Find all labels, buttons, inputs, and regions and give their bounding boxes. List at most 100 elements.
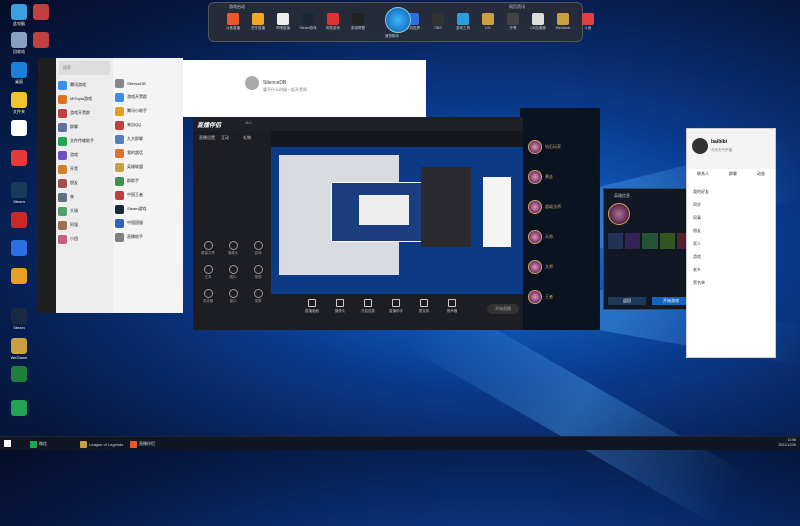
source-button[interactable]: 窗口	[221, 289, 245, 304]
desktop-icon[interactable]: Steam	[4, 182, 34, 204]
dock-item[interactable]: WeGame	[553, 13, 573, 30]
desktop-icon[interactable]	[4, 400, 34, 417]
skill-icon[interactable]	[625, 233, 641, 249]
list-item[interactable]: 文件传输助手	[56, 134, 113, 148]
list-item[interactable]: 中国王者	[113, 188, 183, 202]
list-item[interactable]: 大瑞	[56, 204, 113, 218]
toolbar-button[interactable]: 开启连麦	[357, 299, 379, 314]
source-button[interactable]: 屏幕共享	[196, 241, 220, 256]
player-tile[interactable]: 王者	[528, 288, 598, 306]
list-item[interactable]: SilenceDB	[113, 76, 183, 90]
list-item[interactable]: 林	[56, 190, 113, 204]
skill-icon[interactable]	[642, 233, 658, 249]
list-item[interactable]: 腾讯小助手	[113, 104, 183, 118]
taskbar-item[interactable]: 直播伴侣	[130, 439, 155, 449]
list-item[interactable]: 九大群聊	[113, 132, 183, 146]
contact-group[interactable]: 黑名单	[693, 280, 705, 286]
dock-item[interactable]: 斗鱼直播	[223, 13, 243, 31]
tab-groups[interactable]: 群聊	[729, 171, 737, 177]
toolbar-button[interactable]: 扬声器	[441, 299, 463, 314]
contact-group[interactable]: 老乡	[693, 267, 701, 273]
list-item[interactable]: 游戏	[56, 148, 113, 162]
desktop-icon[interactable]	[4, 120, 34, 137]
windows-start-icon[interactable]	[4, 440, 11, 447]
desktop-icon[interactable]: 桌面	[4, 62, 34, 84]
list-item[interactable]: 游戏开黑群	[56, 106, 113, 120]
desktop-icon[interactable]	[4, 366, 34, 383]
dock-item[interactable]: 开黑	[503, 13, 523, 31]
list-item[interactable]: 英雄联盟	[113, 160, 183, 174]
player-tile[interactable]: 钻石玩家	[528, 138, 598, 156]
live-tab[interactable]: 礼物	[243, 135, 251, 141]
source-button[interactable]: 文本	[196, 265, 220, 280]
dock-item[interactable]: 斗鱼	[578, 13, 598, 31]
start-live-button[interactable]: 开始直播	[487, 304, 519, 314]
skill-icon[interactable]	[608, 233, 624, 249]
contact-group[interactable]: 游戏	[693, 254, 701, 260]
desktop-icon[interactable]	[4, 150, 34, 167]
taskbar-item[interactable]: 微信	[30, 439, 47, 449]
contact-group[interactable]: 朋友	[693, 228, 701, 234]
list-item[interactable]: 小团	[56, 232, 113, 246]
dock-item[interactable]: 英雄联盟	[348, 13, 368, 31]
toolbar-button[interactable]: 摄像头	[329, 299, 351, 314]
chat-search-input[interactable]: 搜索	[59, 61, 110, 75]
dock-item[interactable]: OBS	[428, 13, 448, 30]
desktop-icon[interactable]: 文件夹	[4, 92, 34, 114]
center-assistant-button[interactable]	[385, 7, 411, 33]
source-button[interactable]: 图片	[221, 265, 245, 280]
player-tile[interactable]: 天命	[528, 228, 598, 246]
stream-preview[interactable]	[271, 147, 523, 294]
list-item[interactable]: 阿强	[56, 218, 113, 232]
popup-back-button[interactable]: 返回	[608, 297, 646, 305]
list-item[interactable]: 腾讯游戏	[56, 78, 113, 92]
contact-group[interactable]: 家人	[693, 241, 701, 247]
player-tile[interactable]: 超级法师	[528, 198, 598, 216]
toolbar-button[interactable]: 直播助手	[385, 299, 407, 314]
desktop-icon[interactable]: WeGame	[4, 338, 34, 360]
list-item[interactable]: 开黑	[56, 162, 113, 176]
contact-group[interactable]: 我的好友	[693, 189, 709, 195]
dock-item[interactable]: 网易游戏	[323, 13, 343, 31]
dock-left-tab[interactable]: 游戏启动	[229, 4, 245, 10]
taskbar-item[interactable]: League of Legends	[80, 439, 123, 449]
dock-right-tab[interactable]: 网页资讯	[509, 4, 525, 10]
desktop-icon[interactable]	[4, 240, 34, 257]
dock-item[interactable]: LOL	[478, 13, 498, 30]
desktop-icon[interactable]	[4, 268, 34, 285]
live-tab[interactable]: 直播设置	[199, 135, 215, 141]
source-button[interactable]: 浏览器	[196, 289, 220, 304]
list-item[interactable]: MITopia游戏	[56, 92, 113, 106]
dock-item[interactable]: UU加速器	[528, 13, 548, 31]
qq-signature[interactable]: 今天天气不错	[711, 148, 732, 153]
desktop-icon[interactable]	[4, 212, 34, 229]
tab-feed[interactable]: 动态	[757, 171, 765, 177]
list-item[interactable]: 游戏开黑群	[113, 90, 183, 104]
live-tab[interactable]: 互动	[221, 135, 229, 141]
source-button[interactable]: 视频	[246, 265, 270, 280]
toolbar-button[interactable]: 麦克风	[413, 299, 435, 314]
skill-icon[interactable]	[659, 233, 675, 249]
list-item[interactable]: Steam游戏	[113, 202, 183, 216]
dock-item[interactable]: 哔哩直播	[273, 13, 293, 31]
source-button[interactable]: 游戏	[246, 241, 270, 256]
avatar[interactable]	[692, 138, 708, 154]
contact-group[interactable]: 同事	[693, 215, 701, 221]
list-item[interactable]: 群助手	[113, 174, 183, 188]
player-tile[interactable]: 黄金	[528, 168, 598, 186]
contact-group[interactable]: 同学	[693, 202, 701, 208]
player-tile[interactable]: 大师	[528, 258, 598, 276]
source-button[interactable]: 录屏	[246, 289, 270, 304]
desktop-icon[interactable]	[26, 32, 56, 49]
list-item[interactable]: 中国国服	[113, 216, 183, 230]
list-item[interactable]: 群聊	[56, 120, 113, 134]
list-item[interactable]: 我的超话	[113, 146, 183, 160]
list-item[interactable]: 来自QQ	[113, 118, 183, 132]
desktop-icon[interactable]: Steam	[4, 308, 34, 330]
popup-start-button[interactable]: 开始游戏	[652, 297, 690, 305]
dock-item[interactable]: 游戏工具	[453, 13, 473, 31]
list-item[interactable]: 朋友	[56, 176, 113, 190]
list-item[interactable]: 直播助手	[113, 230, 183, 244]
toolbar-button[interactable]: 直播画面	[301, 299, 323, 314]
tab-contacts[interactable]: 联系人	[697, 171, 709, 177]
